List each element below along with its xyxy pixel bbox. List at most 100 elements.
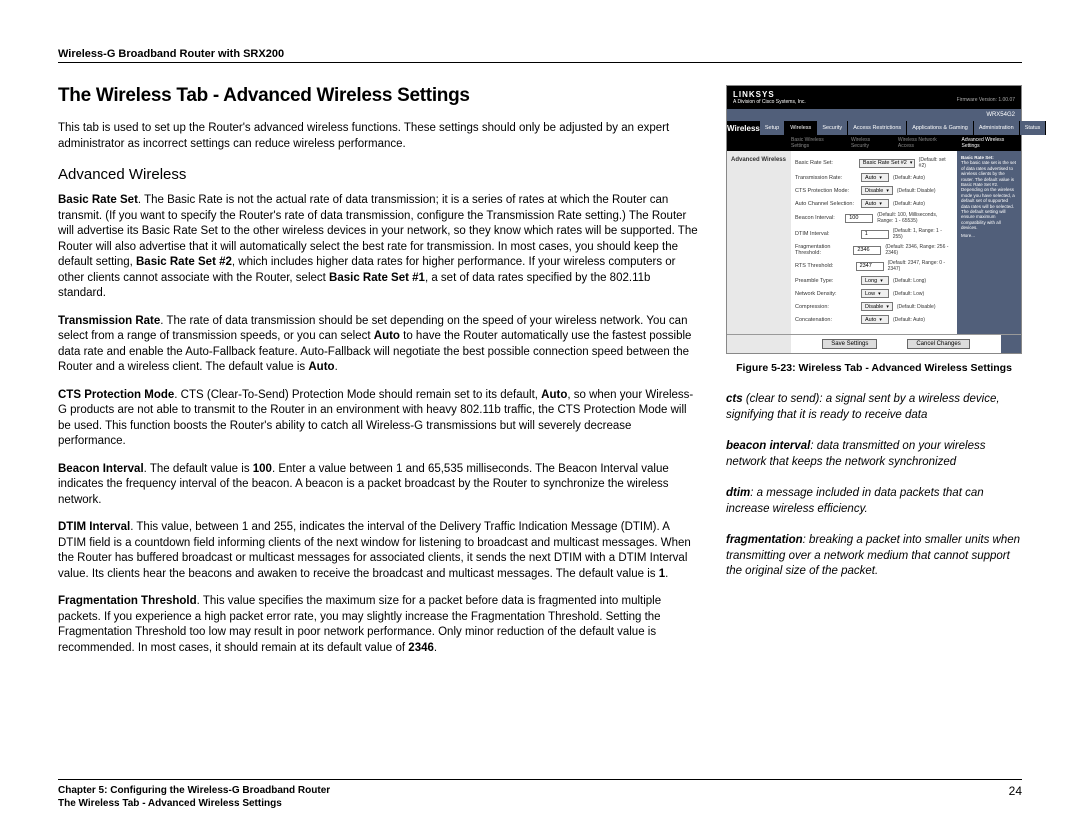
setting-label: Compression: [795,304,857,310]
setting-row: CTS Protection Mode:Disable(Default: Dis… [795,186,953,195]
save-button[interactable]: Save Settings [822,339,877,349]
panel-label: Advanced Wireless [727,151,791,334]
cisco-logo [1001,335,1021,353]
setting-row: Fragmentation Threshold:2346(Default: 23… [795,244,953,256]
main-column: The Wireless Tab - Advanced Wireless Set… [58,85,698,668]
tab-setup[interactable]: Setup [760,121,785,135]
help-body: The basic rate set is the set of data ra… [961,160,1017,230]
glossary-dtim: dtim: a message included in data packets… [726,486,1022,517]
setting-label: DTIM Interval: [795,231,857,237]
label: Basic Rate Set [58,194,138,206]
setting-row: RTS Threshold: 2347 (Default: 2347, Range:… [795,260,953,272]
setting-label: Concatenation: [795,317,857,323]
label: Fragmentation Threshold [58,595,197,607]
setting-input[interactable]: 1 [861,230,889,239]
subtab-advanced[interactable]: Advanced Wireless Settings [962,137,1022,149]
nav-section-label: Wireless [727,121,760,135]
setting-default: (Default: 1, Range: 1 - 255) [893,228,953,240]
tab-status[interactable]: Status [1020,121,1047,135]
page-footer: Chapter 5: Configuring the Wireless-G Br… [58,779,1022,810]
setting-default: (Default: Long) [893,278,926,284]
footer-chapter: Chapter 5: Configuring the Wireless-G Br… [58,784,330,797]
setting-default: (Default: Disable) [897,304,936,310]
para-tx-rate: Transmission Rate. The rate of data tran… [58,314,698,376]
doc-header: Wireless-G Broadband Router with SRX200 [58,48,1022,63]
subtab-access[interactable]: Wireless Network Access [898,137,952,149]
help-panel: Basic Rate Set: The basic rate set is th… [957,151,1021,334]
setting-default: (Default: 2346, Range: 256 - 2346) [885,244,953,256]
setting-default: (Default: 100, Milliseconds, Range: 1 - … [877,212,953,224]
ss-body: Advanced Wireless Basic Rate Set:Basic R… [727,151,1021,334]
para-dtim: DTIM Interval. This value, between 1 and… [58,520,698,582]
setting-label: Network Density: [795,291,857,297]
setting-default: (Default: set #2) [919,157,953,169]
setting-default: (Default: Auto) [893,201,925,207]
setting-row: Transmission Rate:Auto(Default: Auto) [795,173,953,182]
para-basic-rate: Basic Rate Set. The Basic Rate is not th… [58,193,698,302]
setting-select[interactable]: Auto [861,315,889,324]
tab-admin[interactable]: Administration [974,121,1020,135]
setting-select[interactable]: Auto [861,173,889,182]
setting-row: Preamble Type: Long (Default: Long) [795,276,953,285]
nav-tabs: Setup Wireless Security Access Restricti… [760,121,1046,135]
setting-label: CTS Protection Mode: [795,188,857,194]
setting-select[interactable]: Long [861,276,889,285]
main-nav: Wireless Setup Wireless Security Access … [727,121,1021,135]
setting-select[interactable]: Low [861,289,889,298]
page-title: The Wireless Tab - Advanced Wireless Set… [58,85,698,107]
sidebar: LINKSYS A Division of Cisco Systems, Inc… [726,85,1022,668]
tab-apps[interactable]: Applications & Gaming [907,121,974,135]
setting-label: Beacon Interval: [795,215,841,221]
glossary-beacon: beacon interval: data transmitted on you… [726,439,1022,470]
tab-access[interactable]: Access Restrictions [848,121,907,135]
figure-caption: Figure 5-23: Wireless Tab - Advanced Wir… [726,362,1022,374]
model-number: WRX54G2 [986,112,1015,118]
tab-wireless[interactable]: Wireless [785,121,817,135]
setting-default: (Default: Auto) [893,317,925,323]
setting-default: (Default: Auto) [893,175,925,181]
setting-row: DTIM Interval: 1 (Default: 1, Range: 1 - 2… [795,228,953,240]
setting-label: Preamble Type: [795,278,857,284]
setting-input[interactable]: 2346 [853,246,881,255]
setting-default: (Default: 2347, Range: 0 - 2347) [888,260,953,272]
setting-select[interactable]: Basic Rate Set #2 [859,159,915,168]
setting-row: Network Density: Low (Default: Low) [795,289,953,298]
setting-row: Basic Rate Set: Basic Rate Set #2 (Default… [795,157,953,169]
para-frag: Fragmentation Threshold. This value spec… [58,594,698,656]
setting-row: Beacon Interval: 100 (Default: 100, Millis… [795,212,953,224]
ss-header: LINKSYS A Division of Cisco Systems, Inc… [727,86,1021,109]
setting-select[interactable]: Disable [861,186,893,195]
page-number: 24 [1009,784,1022,798]
setting-input[interactable]: 2347 [856,262,884,271]
setting-default: (Default: Low) [893,291,924,297]
content: The Wireless Tab - Advanced Wireless Set… [58,85,1022,668]
setting-label: Auto Channel Selection: [795,201,857,207]
glossary-cts: cts (clear to send): a signal sent by a … [726,392,1022,423]
tab-security[interactable]: Security [817,121,848,135]
router-screenshot: LINKSYS A Division of Cisco Systems, Inc… [726,85,1022,354]
setting-input[interactable]: 100 [845,214,873,223]
help-more-link[interactable]: More... [961,233,1017,238]
footer-subtitle: The Wireless Tab - Advanced Wireless Set… [58,797,330,810]
product-name: Wireless-G Broadband Router with SRX200 [58,48,284,60]
label: CTS Protection Mode [58,389,174,401]
setting-label: Basic Rate Set: [795,160,855,166]
intro-paragraph: This tab is used to set up the Router's … [58,121,698,152]
section-heading: Advanced Wireless [58,166,698,183]
setting-label: RTS Threshold: [795,263,852,269]
footer-left: Chapter 5: Configuring the Wireless-G Br… [58,784,330,810]
setting-row: Concatenation: Auto (Default: Auto) [795,315,953,324]
setting-select[interactable]: Disable [861,302,893,311]
model-row: WRX54G2 [727,109,1021,121]
para-beacon: Beacon Interval. The default value is 10… [58,462,698,509]
cancel-button[interactable]: Cancel Changes [907,339,969,349]
para-cts: CTS Protection Mode. CTS (Clear-To-Send)… [58,388,698,450]
label: Beacon Interval [58,463,144,475]
ss-footer: Save Settings Cancel Changes [727,334,1021,353]
label: DTIM Interval [58,521,130,533]
subtab-security[interactable]: Wireless Security [851,137,888,149]
sub-nav: Basic Wireless Settings Wireless Securit… [727,135,1021,151]
subtab-basic[interactable]: Basic Wireless Settings [791,137,841,149]
glossary-fragmentation: fragmentation: breaking a packet into sm… [726,533,1022,580]
setting-select[interactable]: Auto [861,199,889,208]
